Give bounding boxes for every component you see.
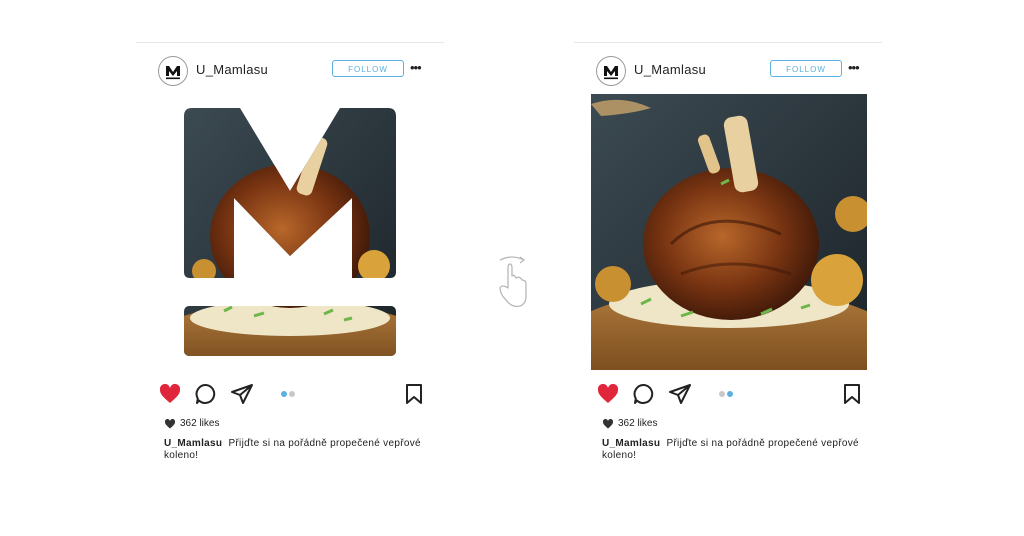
dish-photo-m-shape (184, 108, 396, 356)
small-heart-icon (164, 418, 176, 429)
caption-username[interactable]: U_Mamlasu (602, 438, 660, 449)
divider (136, 42, 444, 43)
likes-count[interactable]: 362 likes (164, 418, 219, 429)
likes-text: 362 likes (180, 418, 220, 429)
post-image-masked[interactable] (184, 106, 396, 358)
username[interactable]: U_Mamlasu (196, 62, 268, 77)
carousel-dot-active (281, 391, 287, 397)
more-options-icon[interactable]: ••• (410, 61, 422, 74)
carousel-dots (719, 391, 733, 397)
small-heart-icon (602, 418, 614, 429)
carousel-dots (281, 391, 295, 397)
divider (574, 42, 882, 43)
post-actions-bar (574, 382, 882, 406)
share-icon[interactable] (230, 382, 254, 406)
carousel-dot (719, 391, 725, 397)
carousel-dot-active (727, 391, 733, 397)
mamlasu-logo-icon (166, 66, 180, 80)
caption-username[interactable]: U_Mamlasu (164, 438, 222, 449)
avatar[interactable] (158, 56, 188, 86)
likes-text: 362 likes (618, 418, 658, 429)
follow-button[interactable]: FOLLOW (332, 60, 404, 77)
bookmark-icon[interactable] (402, 382, 426, 406)
post-caption: U_Mamlasu Přijďte si na pořádně propečen… (164, 438, 424, 462)
mamlasu-logo-icon (604, 66, 618, 80)
more-options-icon[interactable]: ••• (848, 61, 860, 74)
heart-icon[interactable] (596, 382, 620, 406)
instagram-post-masked: U_Mamlasu FOLLOW ••• 362 likes U_Mamlasu… (136, 42, 444, 482)
bookmark-icon[interactable] (840, 382, 864, 406)
likes-count[interactable]: 362 likes (602, 418, 657, 429)
post-image[interactable] (591, 94, 867, 370)
avatar[interactable] (596, 56, 626, 86)
username[interactable]: U_Mamlasu (634, 62, 706, 77)
share-icon[interactable] (668, 382, 692, 406)
post-actions-bar (136, 382, 444, 406)
instagram-post-full: U_Mamlasu FOLLOW ••• 362 likes U_Mamlasu… (574, 42, 882, 482)
comment-icon[interactable] (194, 382, 218, 406)
heart-icon[interactable] (158, 382, 182, 406)
pork-knuckle-photo (591, 94, 867, 370)
comment-icon[interactable] (632, 382, 656, 406)
carousel-dot (289, 391, 295, 397)
follow-button[interactable]: FOLLOW (770, 60, 842, 77)
swipe-hand-icon (494, 254, 530, 312)
post-caption: U_Mamlasu Přijďte si na pořádně propečen… (602, 438, 862, 462)
